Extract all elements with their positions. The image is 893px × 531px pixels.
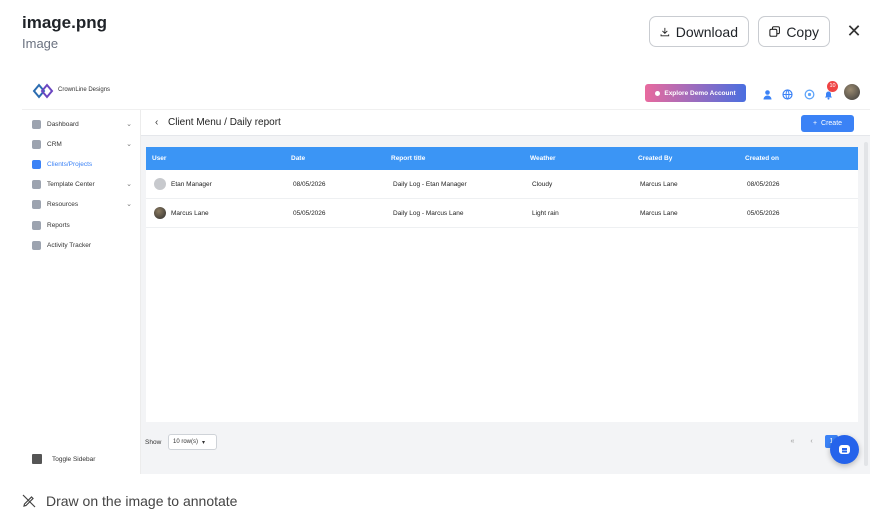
cell-created-by: Marcus Lane <box>640 210 678 217</box>
cell-created-by: Marcus Lane <box>640 181 678 188</box>
pen-off-icon <box>22 494 36 508</box>
sidebar-item-dashboard[interactable]: Dashboard ⌄ <box>32 118 132 130</box>
sidebar-item-label: Activity Tracker <box>47 241 92 249</box>
create-button[interactable]: + Create <box>801 115 854 132</box>
screenshot-frame: CrownLine Designs Explore Demo Account 1… <box>22 72 870 474</box>
rows-per-page-value: 10 row(s) <box>173 439 199 445</box>
cell-date: 05/05/2026 <box>293 210 326 217</box>
table-row[interactable]: Marcus Lane 05/05/2026 Daily Log - Marcu… <box>146 199 858 228</box>
sidebar-item-label: Reports <box>47 221 70 229</box>
show-label: Show <box>145 439 162 446</box>
explore-demo-button[interactable]: Explore Demo Account <box>645 84 746 102</box>
copy-button[interactable]: Copy <box>758 16 830 47</box>
cell-created-on: 08/05/2026 <box>747 181 780 188</box>
viewer-header: image.png Image Download Copy ✕ <box>0 0 893 64</box>
sidebar-item-label: Clients/Projects <box>47 160 93 168</box>
main-content: ‹ Client Menu / Daily report + Create Us… <box>141 110 870 474</box>
sidebar-item-label: Template Center <box>47 180 95 188</box>
clients-icon <box>32 159 41 169</box>
column-header-created-by[interactable]: Created By <box>638 155 672 162</box>
globe-icon[interactable] <box>782 87 793 100</box>
cell-date: 08/05/2026 <box>293 181 326 188</box>
first-page-icon[interactable]: « <box>786 435 799 448</box>
plus-icon: + <box>812 120 818 127</box>
sidebar-item-label: Dashboard <box>47 120 79 128</box>
app-topbar: CrownLine Designs Explore Demo Account 1… <box>22 72 870 110</box>
file-type: Image <box>22 36 59 51</box>
table-header: User Date Report title Weather Created B… <box>146 147 858 170</box>
column-header-user[interactable]: User <box>152 155 166 162</box>
download-icon <box>660 27 670 36</box>
sidebar-item-label: CRM <box>47 140 62 148</box>
profile-icon[interactable] <box>762 87 773 100</box>
column-header-created-on[interactable]: Created on <box>745 155 779 162</box>
breadcrumb: Client Menu / Daily report <box>168 117 281 128</box>
sidebar-item-reports[interactable]: Reports <box>32 219 132 231</box>
sidebar-item-clients-projects[interactable]: Clients/Projects <box>32 158 132 170</box>
page-header: ‹ Client Menu / Daily report + Create <box>141 110 870 136</box>
rows-per-page-select[interactable]: 10 row(s) ▾ <box>168 434 217 450</box>
cell-user: Etan Manager <box>171 181 212 188</box>
brand-name: CrownLine Designs <box>58 87 111 93</box>
resources-icon <box>32 199 41 209</box>
user-icon <box>655 90 661 96</box>
reports-icon <box>32 220 41 230</box>
copy-icon <box>769 26 780 37</box>
activity-icon <box>32 240 41 250</box>
sidebar-item-template-center[interactable]: Template Center ⌄ <box>32 178 132 190</box>
crm-icon <box>32 139 41 149</box>
copy-label: Copy <box>786 23 819 40</box>
annotate-hint[interactable]: Draw on the image to annotate <box>22 493 237 509</box>
close-icon[interactable]: ✕ <box>843 20 865 42</box>
settings-icon[interactable] <box>804 87 815 100</box>
chevron-down-icon: ⌄ <box>126 181 132 188</box>
chevron-down-icon: ⌄ <box>126 201 132 208</box>
back-icon[interactable]: ‹ <box>155 117 158 128</box>
column-header-weather[interactable]: Weather <box>530 155 556 162</box>
create-label: Create <box>821 120 843 127</box>
cell-weather: Light rain <box>532 210 559 217</box>
template-icon <box>32 179 41 189</box>
sidebar-toggle-icon <box>32 454 42 464</box>
cell-user: Marcus Lane <box>171 210 209 217</box>
cell-report-title: Daily Log - Marcus Lane <box>393 210 464 217</box>
scrollbar[interactable] <box>864 142 868 466</box>
cell-report-title: Daily Log - Etan Manager <box>393 181 467 188</box>
chevron-down-icon: ▾ <box>202 439 206 446</box>
sidebar-item-crm[interactable]: CRM ⌄ <box>32 138 132 150</box>
sidebar-item-resources[interactable]: Resources ⌄ <box>32 198 132 210</box>
column-header-date[interactable]: Date <box>291 155 305 162</box>
chat-icon <box>839 445 850 454</box>
avatar[interactable] <box>844 84 860 100</box>
download-button[interactable]: Download <box>649 16 749 47</box>
download-label: Download <box>675 23 738 40</box>
toggle-sidebar-label: Toggle Sidebar <box>52 455 96 463</box>
brand-logo-icon <box>32 83 54 99</box>
sidebar-item-label: Resources <box>47 200 79 208</box>
chevron-down-icon: ⌄ <box>126 141 132 148</box>
notification-badge: 10 <box>827 81 838 92</box>
avatar <box>154 207 166 219</box>
toggle-sidebar-button[interactable]: Toggle Sidebar <box>32 454 95 464</box>
table-row[interactable]: Etan Manager 08/05/2026 Daily Log - Etan… <box>146 170 858 199</box>
annotate-hint-text: Draw on the image to annotate <box>46 493 238 509</box>
report-table: User Date Report title Weather Created B… <box>146 147 858 422</box>
cell-created-on: 05/05/2026 <box>747 210 780 217</box>
dashboard-icon <box>32 119 41 129</box>
sidebar: Dashboard ⌄ CRM ⌄ Clients/Projects Templ… <box>22 110 141 474</box>
cell-weather: Cloudy <box>532 181 553 188</box>
avatar <box>154 178 166 190</box>
prev-page-icon[interactable]: ‹ <box>805 435 818 448</box>
explore-demo-label: Explore Demo Account <box>664 89 736 97</box>
chat-button[interactable] <box>830 435 859 464</box>
chevron-down-icon: ⌄ <box>126 121 132 128</box>
sidebar-item-activity-tracker[interactable]: Activity Tracker <box>32 239 132 251</box>
column-header-report-title[interactable]: Report title <box>391 155 425 162</box>
file-name: image.png <box>22 13 108 32</box>
